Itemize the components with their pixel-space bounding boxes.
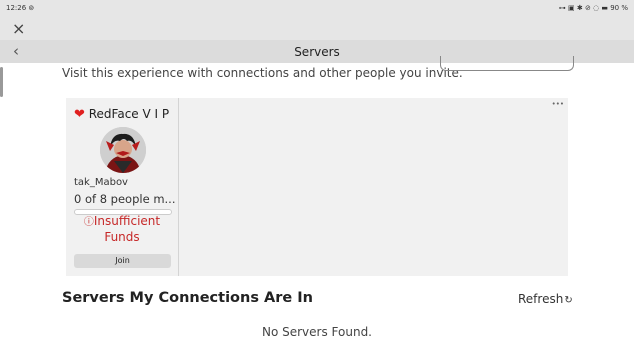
- server-card[interactable]: ❤ RedFace V I P tak_Mabov 0 of 8 people …: [66, 98, 179, 276]
- scroll-handle[interactable]: [0, 67, 3, 97]
- warning-text: Insufficient Funds: [93, 214, 161, 244]
- status-icons: ⊶ ▣ ✱ ⊘ ◌ ▬ 90 %: [558, 4, 628, 12]
- refresh-button[interactable]: Refresh↻: [518, 292, 573, 306]
- section-title: Servers My Connections Are In: [62, 290, 313, 306]
- empty-state-text: No Servers Found.: [261, 325, 372, 339]
- warning-icon: ⓘ: [83, 217, 94, 228]
- heart-icon: ❤: [74, 107, 85, 122]
- avatar[interactable]: [100, 127, 146, 173]
- status-time: 12:26 ⊚: [6, 4, 35, 12]
- more-options-icon[interactable]: •••: [552, 100, 564, 108]
- refresh-icon: ↻: [564, 295, 573, 306]
- server-name-label: RedFace V I P: [88, 107, 170, 121]
- top-bar: ×: [0, 18, 634, 40]
- avatar-image: [100, 127, 146, 173]
- invite-description: Visit this experience with connections a…: [62, 66, 463, 80]
- host-name: tak_Mabov: [74, 177, 128, 188]
- dropdown-edge[interactable]: [440, 56, 574, 71]
- refresh-label: Refresh: [518, 292, 564, 306]
- insufficient-funds-warning: ⓘInsufficient Funds: [74, 214, 170, 245]
- close-icon[interactable]: ×: [12, 20, 25, 38]
- server-list-area: ❤ RedFace V I P tak_Mabov 0 of 8 people …: [66, 98, 568, 276]
- server-name: ❤ RedFace V I P: [74, 107, 169, 122]
- capacity-text: 0 of 8 people m...: [74, 192, 176, 206]
- status-bar: 12:26 ⊚ ⊶ ▣ ✱ ⊘ ◌ ▬ 90 %: [0, 0, 634, 18]
- join-button[interactable]: Join: [74, 254, 171, 268]
